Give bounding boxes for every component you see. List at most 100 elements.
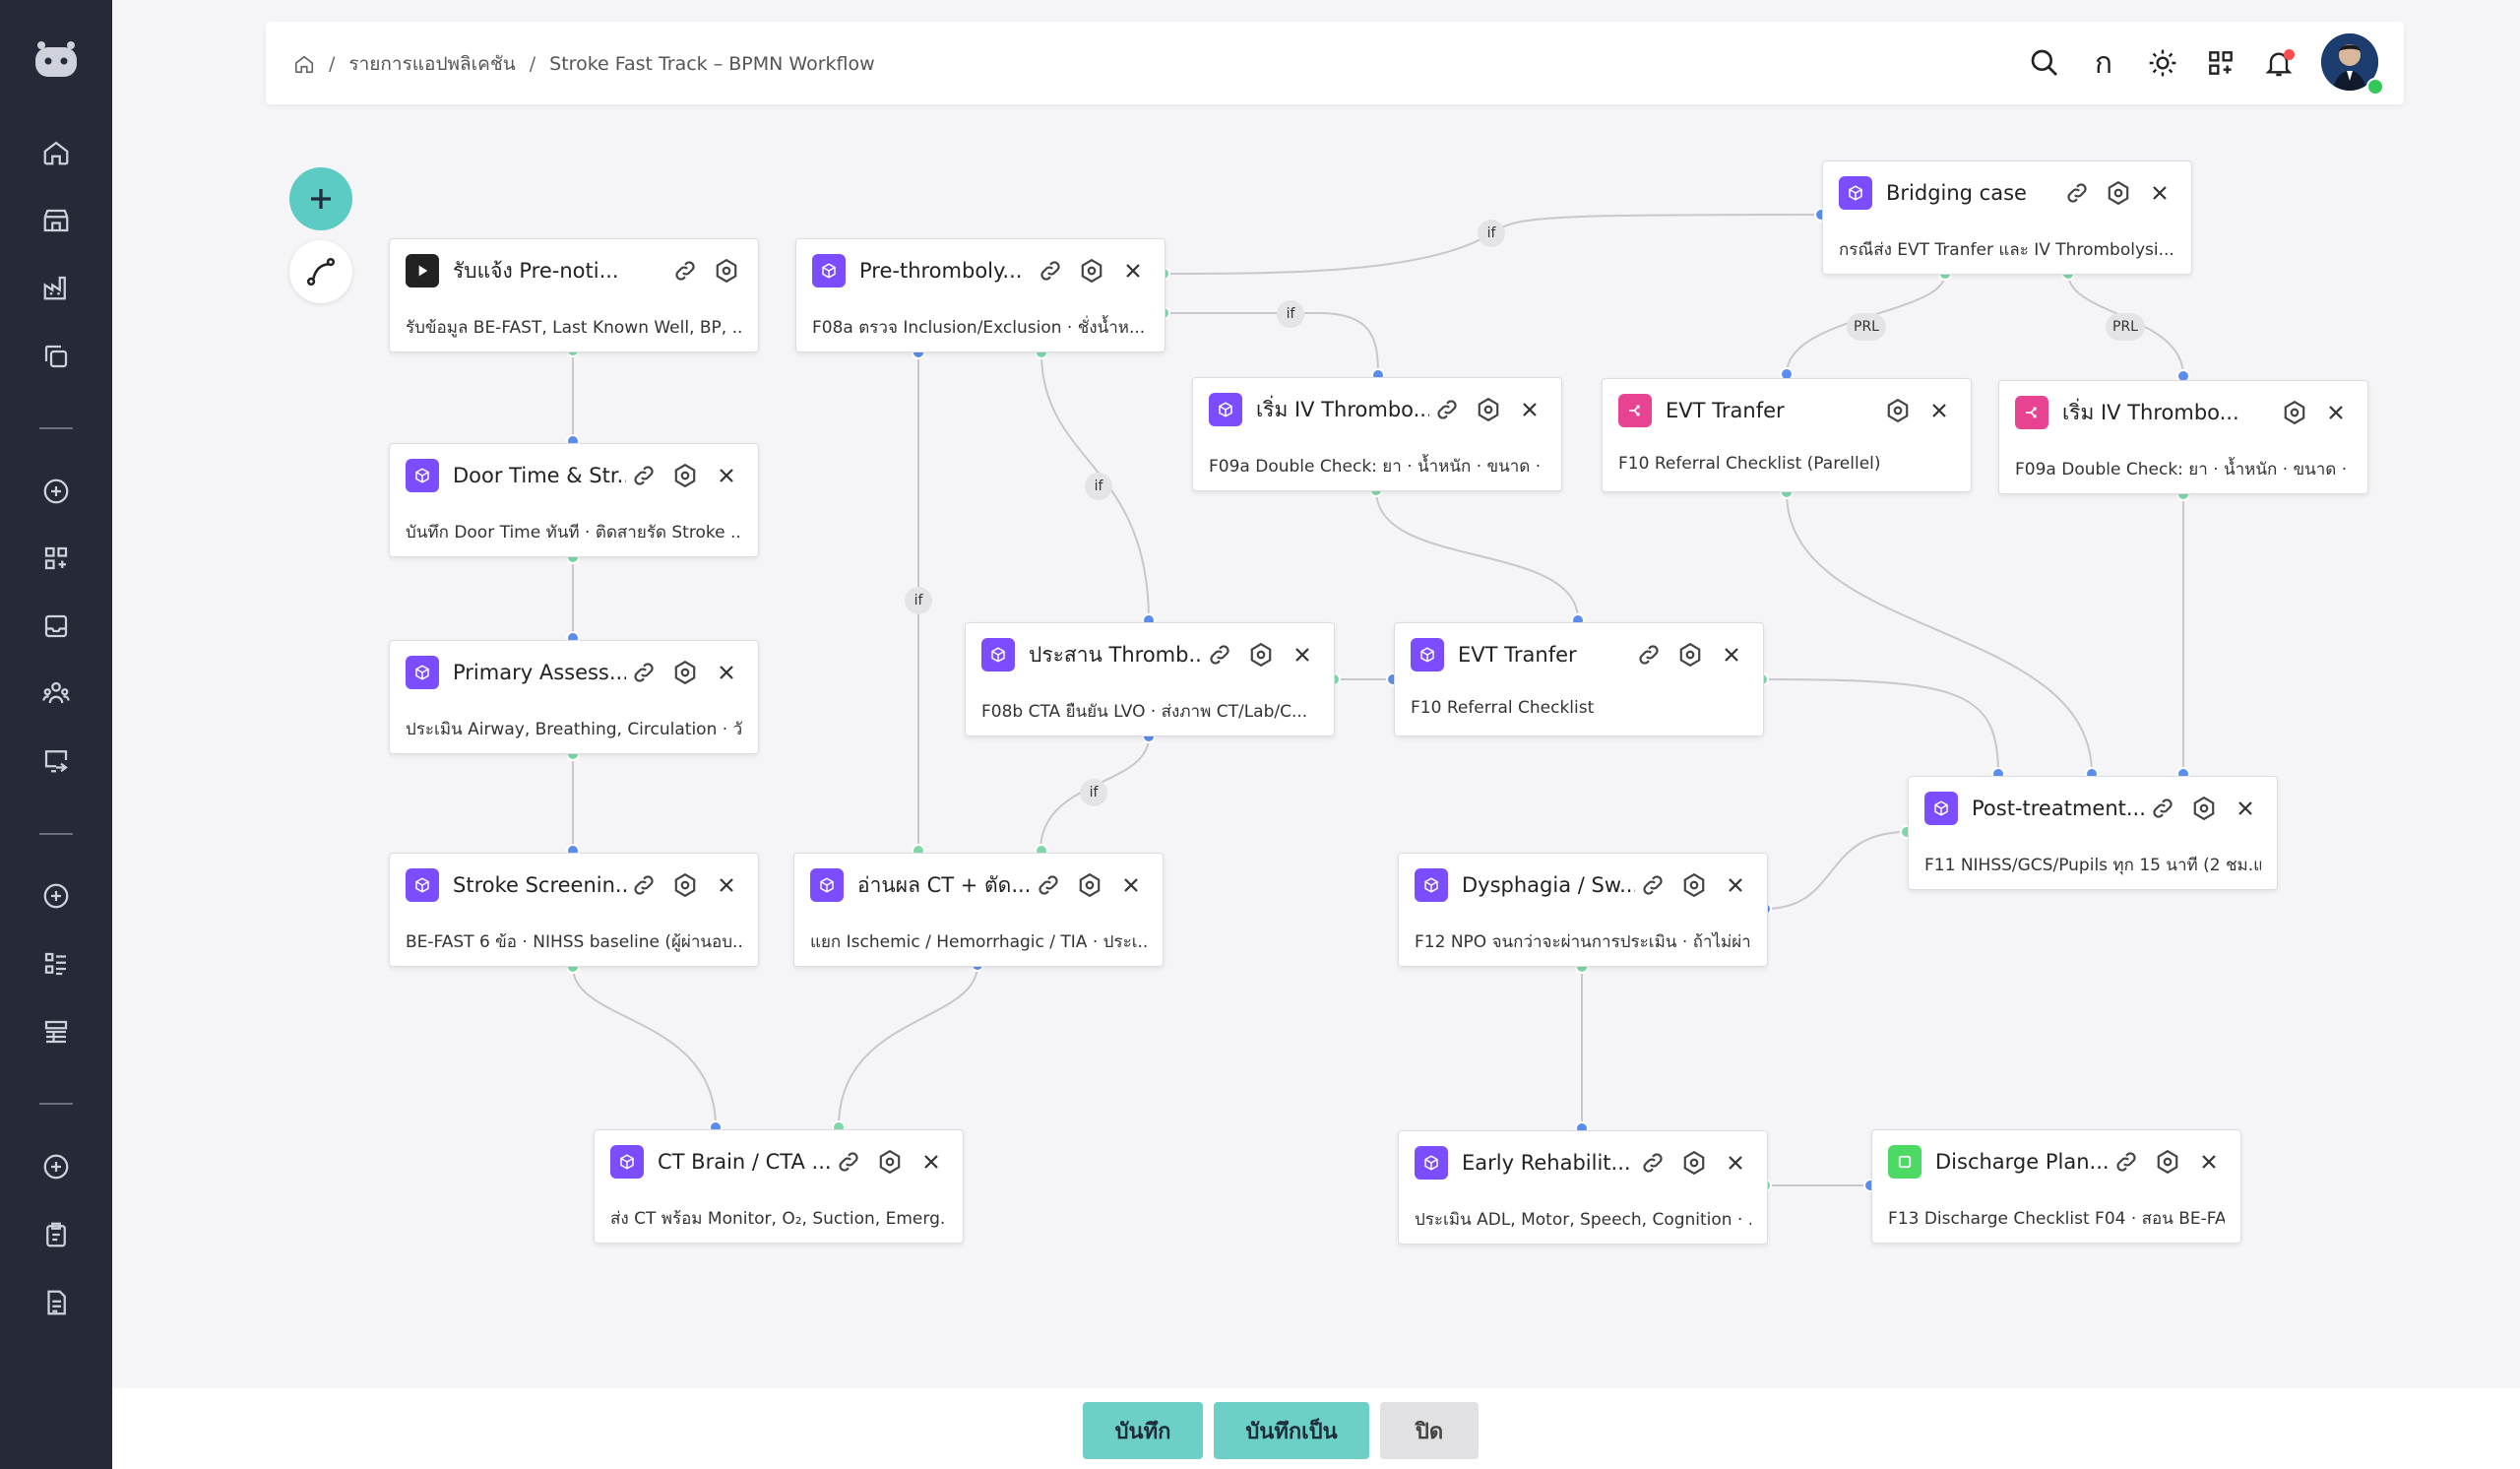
close-icon[interactable] bbox=[2191, 1144, 2227, 1180]
workflow-node[interactable]: ประสาน Thromb... F08b CTA ยืนยัน LVO · ส… bbox=[965, 622, 1335, 736]
workflow-node[interactable]: อ่านผล CT + ตัด... แยก Ischemic / Hemorr… bbox=[793, 853, 1164, 967]
close-icon[interactable] bbox=[1718, 867, 1753, 903]
node-title: Stroke Screenin... bbox=[453, 873, 626, 897]
settings-icon[interactable] bbox=[1880, 393, 1916, 428]
parallel-gateway-icon bbox=[2015, 396, 2048, 429]
save-as-button[interactable]: บันทึกเป็น bbox=[1214, 1402, 1369, 1459]
link-icon[interactable] bbox=[1631, 637, 1667, 672]
link-icon[interactable] bbox=[2109, 1144, 2144, 1180]
task-icon bbox=[610, 1145, 644, 1179]
node-title: EVT Tranfer bbox=[1666, 399, 1785, 422]
link-icon[interactable] bbox=[626, 655, 662, 690]
settings-icon[interactable] bbox=[872, 1144, 908, 1180]
settings-icon[interactable] bbox=[1074, 253, 1109, 288]
settings-icon[interactable] bbox=[1243, 637, 1279, 672]
task-icon bbox=[1839, 176, 1872, 210]
close-icon[interactable] bbox=[1113, 867, 1149, 903]
node-title: Bridging case bbox=[1886, 181, 2027, 205]
close-icon[interactable] bbox=[1714, 637, 1749, 672]
link-icon[interactable] bbox=[1202, 637, 1237, 672]
edge-label-if[interactable]: if bbox=[1080, 779, 1107, 806]
task-icon bbox=[406, 656, 439, 689]
link-icon[interactable] bbox=[1429, 392, 1465, 427]
close-icon[interactable] bbox=[1512, 392, 1547, 427]
task-icon bbox=[812, 254, 846, 287]
workflow-node[interactable]: Dysphagia / Sw... F12 NPO จนกว่าจะผ่านกา… bbox=[1398, 853, 1768, 967]
workflow-node[interactable]: EVT Tranfer F10 Referral Checklist bbox=[1394, 622, 1764, 736]
settings-icon[interactable] bbox=[2150, 1144, 2185, 1180]
close-icon[interactable] bbox=[2228, 791, 2263, 826]
workflow-node[interactable]: Pre-thromboly... F08a ตรวจ Inclusion/Exc… bbox=[795, 238, 1166, 352]
close-icon[interactable] bbox=[1922, 393, 1957, 428]
edge-label-prl[interactable]: PRL bbox=[2106, 313, 2145, 341]
node-title: EVT Tranfer bbox=[1458, 643, 1577, 667]
settings-icon[interactable] bbox=[667, 867, 703, 903]
settings-icon[interactable] bbox=[1072, 867, 1107, 903]
task-icon bbox=[406, 868, 439, 902]
link-icon[interactable] bbox=[626, 867, 662, 903]
task-icon bbox=[1924, 792, 1958, 825]
close-icon[interactable] bbox=[2318, 395, 2354, 430]
node-subtitle: ส่ง CT พร้อม Monitor, O₂, Suction, Emerg… bbox=[610, 1209, 947, 1229]
link-icon[interactable] bbox=[831, 1144, 866, 1180]
task-icon bbox=[810, 868, 844, 902]
node-title: อ่านผล CT + ตัด... bbox=[857, 872, 1031, 897]
add-edge-button[interactable] bbox=[289, 240, 352, 303]
edge-label-if[interactable]: if bbox=[1085, 473, 1112, 500]
node-subtitle: ประเมิน Airway, Breathing, Circulation ·… bbox=[406, 720, 742, 739]
edge-label-if[interactable]: if bbox=[905, 587, 932, 614]
link-icon[interactable] bbox=[667, 253, 703, 288]
close-icon[interactable] bbox=[1718, 1145, 1753, 1181]
settings-icon[interactable] bbox=[2101, 175, 2136, 211]
settings-icon[interactable] bbox=[2186, 791, 2222, 826]
close-icon[interactable] bbox=[1285, 637, 1320, 672]
link-icon[interactable] bbox=[1635, 867, 1670, 903]
close-icon[interactable] bbox=[2142, 175, 2177, 211]
settings-icon[interactable] bbox=[1672, 637, 1708, 672]
node-subtitle: ประเมิน ADL, Motor, Speech, Cognition · … bbox=[1415, 1210, 1751, 1230]
link-icon[interactable] bbox=[2059, 175, 2095, 211]
settings-icon[interactable] bbox=[2277, 395, 2312, 430]
link-icon[interactable] bbox=[1635, 1145, 1670, 1181]
node-subtitle: F08b CTA ยืนยัน LVO · ส่งภาพ CT/Lab/C... bbox=[981, 702, 1308, 722]
edge-label-if[interactable]: if bbox=[1478, 220, 1505, 247]
edge-label-prl[interactable]: PRL bbox=[1847, 313, 1886, 341]
node-subtitle: F10 Referral Checklist (Parellel) bbox=[1618, 454, 1881, 474]
workflow-node[interactable]: Primary Assess... ประเมิน Airway, Breath… bbox=[389, 640, 759, 754]
settings-icon[interactable] bbox=[709, 253, 744, 288]
close-icon[interactable] bbox=[1115, 253, 1151, 288]
link-icon[interactable] bbox=[626, 458, 662, 493]
add-node-button[interactable] bbox=[289, 167, 352, 230]
node-subtitle: BE-FAST 6 ข้อ · NIHSS baseline (ผู้ผ่านอ… bbox=[406, 932, 742, 952]
node-subtitle: F09a Double Check: ยา · น้ำหนัก · ขนาด ·… bbox=[2015, 460, 2352, 479]
workflow-node[interactable]: EVT Tranfer F10 Referral Checklist (Pare… bbox=[1602, 378, 1972, 492]
node-subtitle: แยก Ischemic / Hemorrhagic / TIA · ประเ.… bbox=[810, 932, 1147, 952]
node-title: เริ่ม IV Thrombo... bbox=[2062, 400, 2239, 424]
workflow-node[interactable]: เริ่ม IV Thrombo... F09a Double Check: ย… bbox=[1192, 377, 1562, 491]
workflow-node[interactable]: Stroke Screenin... BE-FAST 6 ข้อ · NIHSS… bbox=[389, 853, 759, 967]
close-icon[interactable] bbox=[709, 458, 744, 493]
settings-icon[interactable] bbox=[667, 458, 703, 493]
close-icon[interactable] bbox=[709, 867, 744, 903]
workflow-node[interactable]: เริ่ม IV Thrombo... F09a Double Check: ย… bbox=[1998, 380, 2368, 494]
settings-icon[interactable] bbox=[1471, 392, 1506, 427]
link-icon[interactable] bbox=[1033, 253, 1068, 288]
workflow-node[interactable]: CT Brain / CTA ... ส่ง CT พร้อม Monitor,… bbox=[594, 1129, 964, 1244]
task-icon bbox=[1415, 868, 1448, 902]
close-icon[interactable] bbox=[914, 1144, 949, 1180]
workflow-node[interactable]: รับแจ้ง Pre-noti... รับข้อมูล BE-FAST, L… bbox=[389, 238, 759, 352]
link-icon[interactable] bbox=[1031, 867, 1066, 903]
close-icon[interactable] bbox=[709, 655, 744, 690]
settings-icon[interactable] bbox=[1676, 867, 1712, 903]
close-button[interactable]: ปิด bbox=[1380, 1402, 1479, 1459]
save-button[interactable]: บันทึก bbox=[1083, 1402, 1203, 1459]
settings-icon[interactable] bbox=[667, 655, 703, 690]
workflow-node[interactable]: Discharge Plan... F13 Discharge Checklis… bbox=[1871, 1129, 2241, 1244]
workflow-node[interactable]: Door Time & Str... บันทึก Door Time ทันท… bbox=[389, 443, 759, 557]
workflow-node[interactable]: Bridging case กรณีส่ง EVT Tranfer และ IV… bbox=[1822, 160, 2192, 275]
workflow-node[interactable]: Early Rehabilit... ประเมิน ADL, Motor, S… bbox=[1398, 1130, 1768, 1245]
settings-icon[interactable] bbox=[1676, 1145, 1712, 1181]
link-icon[interactable] bbox=[2145, 791, 2180, 826]
edge-label-if[interactable]: if bbox=[1277, 300, 1304, 328]
workflow-node[interactable]: Post-treatment... F11 NIHSS/GCS/Pupils ท… bbox=[1908, 776, 2278, 890]
